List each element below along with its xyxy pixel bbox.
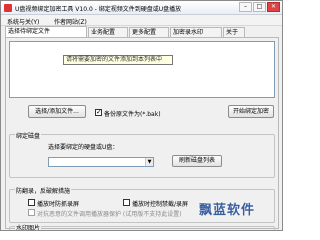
start-bind-button[interactable]: 开始绑定加密 bbox=[228, 105, 274, 118]
refresh-disk-button[interactable]: 刷新磁盘列表 bbox=[172, 155, 222, 167]
add-file-button[interactable]: 选择/添加文件... bbox=[28, 105, 86, 118]
file-list-tooltip: 请将需要加密的文件添加到本列表中 bbox=[63, 55, 173, 65]
backup-checkbox[interactable] bbox=[95, 108, 102, 117]
protect-option-2-checkbox[interactable] bbox=[123, 199, 130, 206]
chevron-down-icon[interactable]: ▼ bbox=[145, 158, 153, 166]
app-window: U盘视频绑定加密工具 V10.0 - 绑定视频文件到硬盘或U盘播放 – □ ✕ … bbox=[0, 0, 283, 231]
tab-more-config[interactable]: 更多配置 bbox=[129, 27, 169, 37]
close-button[interactable]: ✕ bbox=[267, 2, 280, 12]
bind-disk-group: 绑定磁盘 选择要绑定的硬盘或U盘： ▼ 刷新磁盘列表 bbox=[9, 131, 275, 178]
watermark-image-group: 水印图片 bbox=[9, 223, 275, 231]
protect-option-3-checkbox[interactable] bbox=[28, 209, 35, 216]
disk-select[interactable]: ▼ bbox=[48, 157, 154, 167]
tab-about[interactable]: 关于 bbox=[223, 27, 245, 37]
menu-system[interactable]: 系统与关(Y) bbox=[7, 17, 39, 26]
app-icon bbox=[4, 4, 12, 12]
title-bar[interactable]: U盘视频绑定加密工具 V10.0 - 绑定视频文件到硬盘或U盘播放 – □ ✕ bbox=[1, 1, 282, 15]
protect-option-1-checkbox[interactable] bbox=[28, 199, 35, 206]
watermark-image-group-title: 水印图片 bbox=[15, 223, 42, 231]
protect-group-title: 防翻录，反破解措施 bbox=[15, 186, 72, 195]
bind-disk-group-title: 绑定磁盘 bbox=[15, 131, 42, 140]
tab-business-config[interactable]: 业务配置 bbox=[88, 27, 128, 37]
bind-disk-prompt: 选择要绑定的硬盘或U盘： bbox=[48, 144, 119, 151]
minimize-button[interactable]: – bbox=[239, 2, 252, 12]
tab-watermark[interactable]: 加密录水印 bbox=[170, 27, 222, 37]
window-controls: – □ ✕ bbox=[239, 2, 280, 12]
protect-option-3-label: 对抗恶意的文件调用播放器保护 (试用版不支持此设置) bbox=[37, 211, 182, 218]
file-list[interactable] bbox=[9, 41, 275, 98]
tab-select-files[interactable]: 选择待绑定文件 bbox=[5, 26, 87, 37]
maximize-button[interactable]: □ bbox=[253, 2, 266, 12]
protect-option-1-label: 播放时防抓录屏 bbox=[37, 201, 80, 208]
menu-author-site[interactable]: 作者网站(Z) bbox=[54, 17, 87, 26]
site-watermark: 飘蓝软件 bbox=[199, 203, 256, 218]
backup-label: 备份原文件为(*.bak) bbox=[104, 111, 161, 118]
menu-bar: 系统与关(Y) 作者网站(Z) bbox=[1, 15, 282, 26]
protect-option-2-label: 播放时控制禁截/录屏 bbox=[132, 201, 189, 208]
window-title: U盘视频绑定加密工具 V10.0 - 绑定视频文件到硬盘或U盘播放 bbox=[15, 6, 182, 13]
